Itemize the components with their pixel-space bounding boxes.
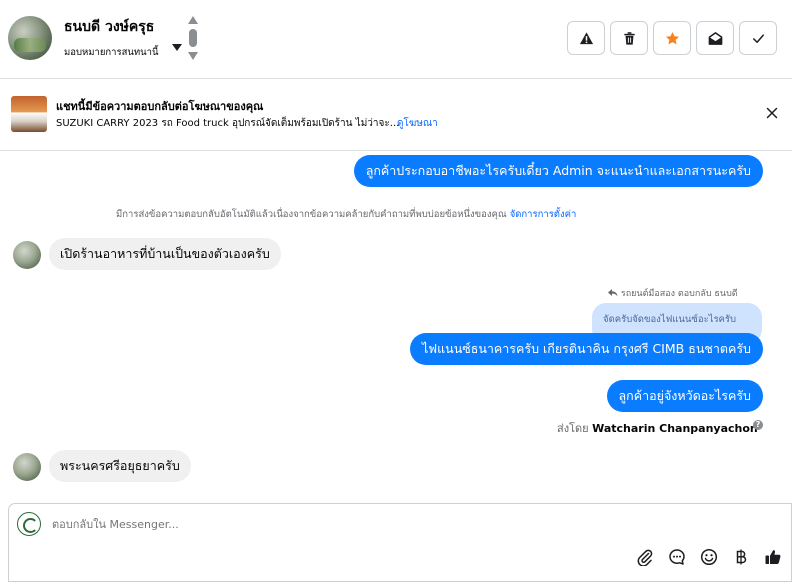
star-icon: [665, 31, 679, 44]
view-ad-link[interactable]: ดูโฆษณา: [397, 116, 438, 131]
info-icon[interactable]: ?: [753, 420, 763, 430]
contact-avatar-small[interactable]: [13, 241, 41, 269]
delete-button[interactable]: [610, 21, 648, 55]
close-banner-button[interactable]: [763, 104, 781, 122]
payment-button[interactable]: [731, 547, 751, 567]
ad-thumbnail[interactable]: [11, 96, 47, 132]
mark-unread-button[interactable]: [696, 21, 734, 55]
close-icon: [766, 107, 778, 119]
emoji-button[interactable]: [699, 547, 719, 567]
message-composer: [8, 503, 792, 582]
saved-replies-button[interactable]: [667, 547, 687, 567]
mark-done-button[interactable]: [739, 21, 777, 55]
reply-input[interactable]: [52, 518, 612, 531]
reply-meta: รถยนต์มือสอง ตอบกลับ ธนบดี: [608, 286, 738, 300]
star-button[interactable]: [653, 21, 691, 55]
auto-reply-notice-text: มีการส่งข้อความตอบกลับอัตโนมัติแล้วเนื่อ…: [116, 209, 507, 220]
manage-settings-link[interactable]: จัดการการตั้งค่า: [510, 209, 577, 220]
mark-spam-button[interactable]: [567, 21, 605, 55]
ad-reply-banner: แชทนี้มีข้อความตอบกลับต่อโฆษณาของคุณ SUZ…: [0, 80, 792, 151]
outgoing-message[interactable]: ไฟแนนซ์ธนาคารครับ เกียรตินาคิน กรุงศรี C…: [409, 333, 763, 365]
reply-meta-text: รถยนต์มือสอง ตอบกลับ ธนบดี: [620, 289, 738, 299]
reply-arrow-icon: [608, 289, 618, 297]
checkmark-icon: [752, 33, 764, 43]
contact-avatar[interactable]: [8, 16, 52, 60]
contact-avatar-small[interactable]: [13, 453, 41, 481]
assign-dropdown-caret-icon[interactable]: [172, 44, 182, 51]
like-button[interactable]: [763, 547, 783, 567]
trash-icon: [623, 31, 635, 45]
outgoing-message[interactable]: ลูกค้าประกอบอาชีพอะไรครับเดี๋ยว Admin จะ…: [353, 155, 763, 187]
sent-by-name: Watcharin Chanpanyachon: [592, 422, 758, 435]
incoming-message[interactable]: เปิดร้านอาหารที่บ้านเป็นของตัวเองครับ: [49, 238, 281, 270]
sent-by-label: ส่งโดย Watcharin Chanpanyachon: [557, 419, 758, 437]
next-conversation-icon[interactable]: [188, 52, 198, 60]
warning-icon: [579, 31, 593, 44]
thumbs-up-icon: [765, 550, 781, 564]
page-avatar: [17, 512, 41, 536]
contact-name[interactable]: ธนบดี วงษ์ครุธ: [64, 16, 154, 38]
assign-conversation-label[interactable]: มอบหมายการสนทนานี้: [64, 45, 159, 60]
open-envelope-icon: [708, 31, 722, 45]
attach-button[interactable]: [635, 547, 655, 567]
conversation-nav: [187, 16, 199, 62]
incoming-message[interactable]: พระนครศรีอยุธยาครับ: [49, 450, 191, 482]
chat-bubble-icon: [669, 549, 685, 565]
previous-conversation-icon[interactable]: [188, 16, 198, 24]
baht-icon: [736, 549, 747, 565]
ad-banner-subtitle: SUZUKI CARRY 2023 รถ Food truck อุปกรณ์จ…: [56, 118, 400, 129]
sent-by-prefix: ส่งโดย: [557, 422, 589, 435]
conversation-header: ธนบดี วงษ์ครุธ มอบหมายการสนทนานี้: [0, 0, 792, 79]
nav-handle-icon: [189, 29, 197, 47]
ad-banner-title: แชทนี้มีข้อความตอบกลับต่อโฆษณาของคุณ: [56, 100, 264, 113]
auto-reply-notice: มีการส่งข้อความตอบกลับอัตโนมัติแล้วเนื่อ…: [116, 207, 576, 222]
smiley-icon: [700, 548, 718, 566]
outgoing-message[interactable]: ลูกค้าอยู่จังหวัดอะไรครับ: [606, 380, 763, 412]
paperclip-icon: [637, 549, 653, 566]
